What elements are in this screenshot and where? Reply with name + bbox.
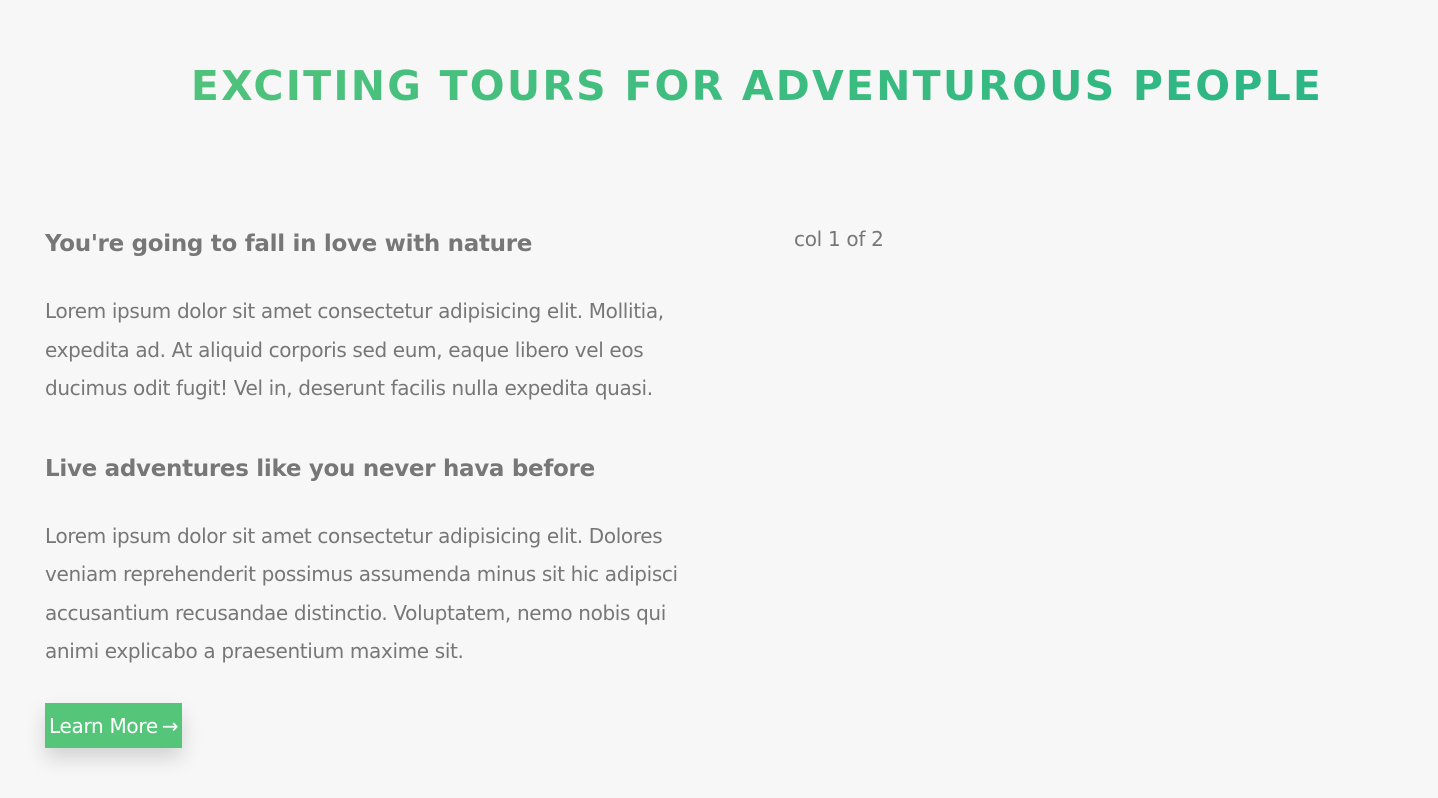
- about-heading-adventures: Live adventures like you never hava befo…: [45, 455, 595, 482]
- about-paragraph-adventures: Lorem ipsum dolor sit amet consectetur a…: [45, 523, 678, 664]
- image-column-placeholder: col 1 of 2: [794, 227, 884, 251]
- learn-more-label: Learn More: [49, 713, 158, 738]
- learn-more-button[interactable]: Learn More →: [45, 703, 183, 748]
- section-title: EXCITING TOURS FOR ADVENTUROUS PEOPLE: [0, 58, 1438, 114]
- page: EXCITING TOURS FOR ADVENTUROUS PEOPLE Yo…: [0, 0, 1438, 798]
- about-paragraph-nature: Lorem ipsum dolor sit amet consectetur a…: [45, 299, 664, 400]
- arrow-right-icon: →: [161, 713, 179, 738]
- about-text-column: You're going to fall in love with nature…: [45, 224, 685, 671]
- about-heading-nature: You're going to fall in love with nature: [45, 231, 533, 257]
